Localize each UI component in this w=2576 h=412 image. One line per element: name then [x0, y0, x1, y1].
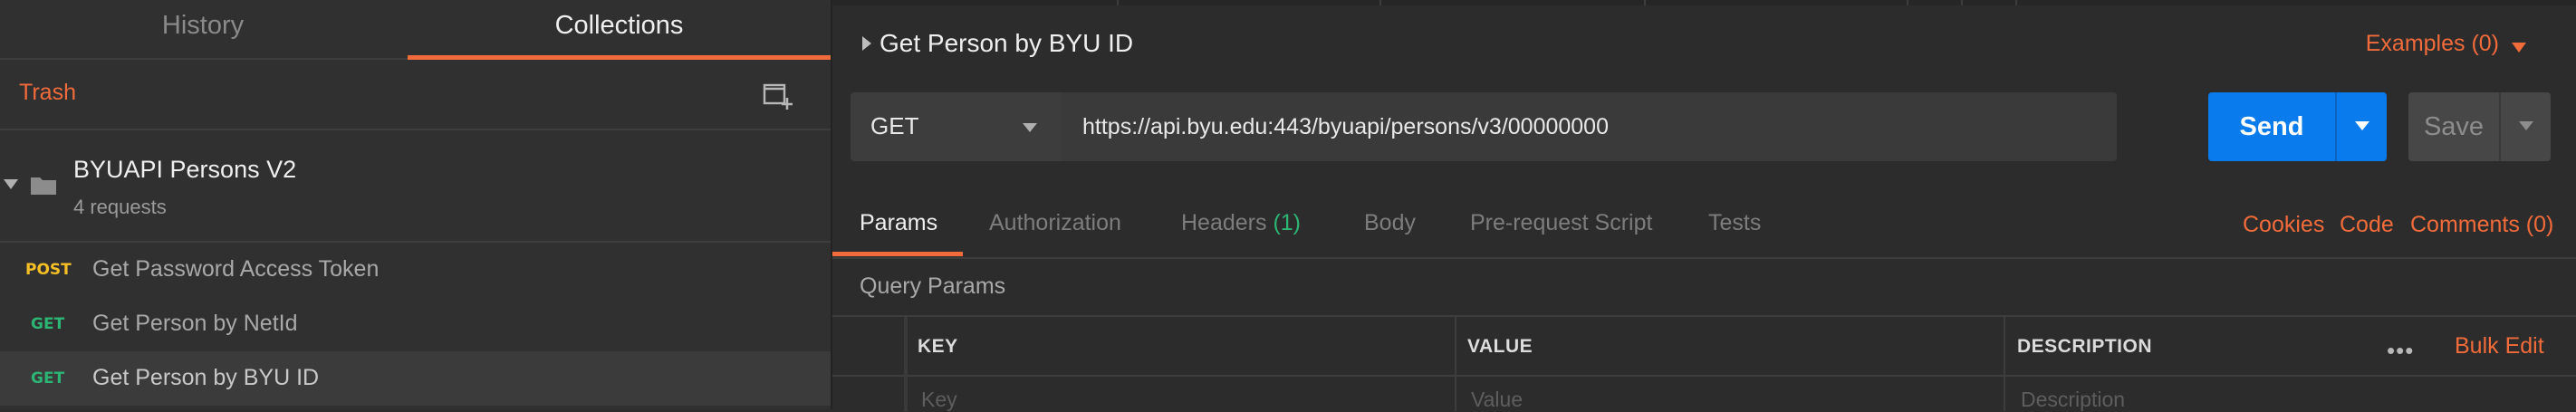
save-button[interactable]: Save	[2408, 92, 2499, 161]
bulk-edit-link[interactable]: Bulk Edit	[2455, 333, 2544, 359]
tab-headers-label: Headers	[1181, 210, 1267, 235]
chevron-down-icon[interactable]	[2512, 43, 2526, 53]
tab-separator	[1961, 0, 1963, 5]
trash-link[interactable]: Trash	[19, 80, 76, 106]
method-badge: GET	[31, 369, 65, 388]
method-badge: POST	[25, 261, 72, 279]
tab-headers[interactable]: Headers (1)	[1181, 210, 1301, 236]
sidebar: History Collections Trash BYUAPI Persons…	[0, 0, 832, 409]
open-tabs-strip	[832, 0, 2576, 5]
column-divider	[1455, 317, 1456, 411]
folder-icon	[31, 177, 56, 195]
request-name: Get Person by NetId	[92, 311, 298, 336]
tab-history[interactable]: History	[0, 0, 406, 58]
collection-request-count: 4 requests	[73, 196, 167, 218]
request-title[interactable]: Get Person by BYU ID	[879, 29, 1133, 58]
tab-tests[interactable]: Tests	[1708, 210, 1761, 236]
sidebar-tabs: History Collections	[0, 0, 831, 60]
method-select-value: GET	[870, 112, 919, 139]
send-options-button[interactable]	[2335, 92, 2387, 161]
save-options-button[interactable]	[2499, 92, 2551, 161]
new-collection-icon[interactable]	[763, 80, 793, 110]
request-item[interactable]: POST Get Password Access Token	[0, 243, 831, 297]
column-divider	[904, 317, 908, 411]
method-badge: GET	[31, 315, 65, 333]
request-name: Get Password Access Token	[92, 256, 380, 282]
table-header-row	[832, 317, 2576, 377]
method-select[interactable]: GET	[851, 92, 1061, 161]
tab-separator	[1644, 0, 1646, 5]
caret-right-icon[interactable]	[862, 36, 871, 51]
more-dots-icon[interactable]: •••	[2387, 337, 2414, 365]
trash-row[interactable]: Trash	[0, 60, 831, 130]
column-divider	[2004, 317, 2005, 411]
cookies-link[interactable]: Cookies	[2243, 212, 2324, 238]
caret-down-icon[interactable]	[4, 179, 18, 189]
chevron-down-icon	[2519, 121, 2533, 130]
request-tabs: Params Authorization Headers (1) Body Pr…	[832, 194, 2576, 259]
request-builder: Get Person by BYU ID Examples (0) GET ht…	[832, 0, 2576, 411]
chevron-down-icon	[2355, 121, 2369, 130]
column-header-value: VALUE	[1467, 336, 1533, 357]
query-params-table: KEY VALUE DESCRIPTION ••• Bulk Edit Key …	[832, 315, 2576, 411]
chevron-down-icon	[1023, 123, 1037, 132]
tab-separator	[2015, 0, 2017, 5]
tab-params[interactable]: Params	[860, 210, 937, 236]
key-input[interactable]: Key	[921, 388, 957, 412]
request-item[interactable]: GET Get Person by NetId	[0, 297, 831, 351]
comments-link[interactable]: Comments (0)	[2410, 212, 2553, 238]
query-params-heading: Query Params	[860, 273, 1006, 299]
examples-dropdown[interactable]: Examples (0)	[2366, 31, 2499, 57]
send-button[interactable]: Send	[2208, 92, 2335, 161]
tab-separator	[1907, 0, 1908, 5]
value-input[interactable]: Value	[1471, 388, 1523, 412]
active-tab-indicator	[832, 252, 963, 256]
tab-separator	[1379, 0, 1381, 5]
tab-collections-label: Collections	[554, 11, 684, 40]
column-header-key: KEY	[918, 336, 958, 357]
headers-count-badge: (1)	[1273, 210, 1302, 235]
collection-item[interactable]: BYUAPI Persons V2 4 requests	[0, 130, 831, 243]
request-item-selected[interactable]: GET Get Person by BYU ID	[0, 351, 831, 406]
description-input[interactable]: Description	[2021, 388, 2125, 412]
column-header-description: DESCRIPTION	[2017, 336, 2153, 357]
code-link[interactable]: Code	[2340, 212, 2394, 238]
tab-separator	[1117, 0, 1119, 5]
tab-pre-request-script[interactable]: Pre-request Script	[1470, 210, 1652, 236]
url-input[interactable]: https://api.byu.edu:443/byuapi/persons/v…	[1061, 92, 2117, 161]
tab-body[interactable]: Body	[1364, 210, 1416, 236]
collection-name: BYUAPI Persons V2	[73, 156, 297, 183]
request-name: Get Person by BYU ID	[92, 365, 320, 390]
request-title-row: Get Person by BYU ID Examples (0)	[832, 9, 2576, 78]
tab-authorization[interactable]: Authorization	[989, 210, 1121, 236]
tab-collections[interactable]: Collections	[408, 0, 831, 60]
